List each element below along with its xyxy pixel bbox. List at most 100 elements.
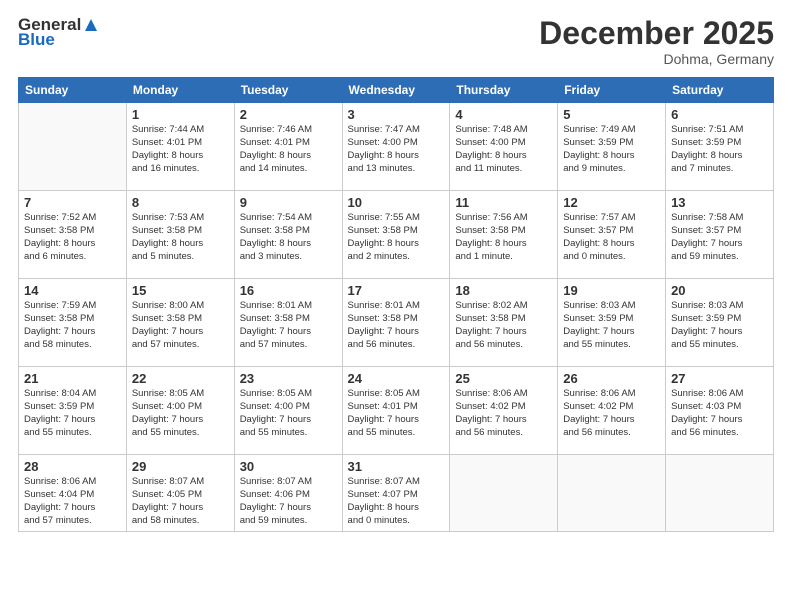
week-row-5: 28 Sunrise: 8:06 AM Sunset: 4:04 PM Dayli… [19,455,774,532]
day-number: 12 [563,195,660,210]
cell-info: Sunrise: 7:44 AM Sunset: 4:01 PM Dayligh… [132,124,229,175]
day-number: 7 [24,195,121,210]
cal-cell: 20 Sunrise: 8:03 AM Sunset: 3:59 PM Dayli… [666,279,774,367]
cell-info: Sunrise: 8:07 AM Sunset: 4:05 PM Dayligh… [132,476,229,527]
day-number: 23 [240,371,337,386]
cal-cell: 30 Sunrise: 8:07 AM Sunset: 4:06 PM Dayli… [234,455,342,532]
day-number: 16 [240,283,337,298]
week-row-4: 21Sunrise: 8:04 AM Sunset: 3:59 PM Dayli… [19,367,774,455]
day-number: 9 [240,195,337,210]
header-monday: Monday [126,78,234,103]
header: General Blue December 2025 Dohma, German… [18,16,774,67]
cal-cell: 11Sunrise: 7:56 AM Sunset: 3:58 PM Dayli… [450,191,558,279]
cal-cell: 31Sunrise: 8:07 AM Sunset: 4:07 PM Dayli… [342,455,450,532]
day-number: 27 [671,371,768,386]
calendar-table: SundayMondayTuesdayWednesdayThursdayFrid… [18,77,774,532]
cal-cell: 28 Sunrise: 8:06 AM Sunset: 4:04 PM Dayli… [19,455,127,532]
day-number: 5 [563,107,660,122]
day-number: 31 [348,459,445,474]
cal-cell: 22Sunrise: 8:05 AM Sunset: 4:00 PM Dayli… [126,367,234,455]
cell-info: Sunrise: 8:06 AM Sunset: 4:03 PM Dayligh… [671,388,768,439]
cal-cell: 6 Sunrise: 7:51 AM Sunset: 3:59 PM Daylig… [666,103,774,191]
day-number: 30 [240,459,337,474]
header-row: SundayMondayTuesdayWednesdayThursdayFrid… [19,78,774,103]
cell-info: Sunrise: 7:47 AM Sunset: 4:00 PM Dayligh… [348,124,445,175]
cal-cell [19,103,127,191]
day-number: 3 [348,107,445,122]
day-number: 17 [348,283,445,298]
calendar-body: 1 Sunrise: 7:44 AM Sunset: 4:01 PM Daylig… [19,103,774,532]
cell-info: Sunrise: 8:06 AM Sunset: 4:04 PM Dayligh… [24,476,121,527]
cal-cell: 4 Sunrise: 7:48 AM Sunset: 4:00 PM Daylig… [450,103,558,191]
day-number: 25 [455,371,552,386]
cell-info: Sunrise: 7:56 AM Sunset: 3:58 PM Dayligh… [455,212,552,263]
cell-info: Sunrise: 7:58 AM Sunset: 3:57 PM Dayligh… [671,212,768,263]
cal-cell: 24 Sunrise: 8:05 AM Sunset: 4:01 PM Dayli… [342,367,450,455]
day-number: 28 [24,459,121,474]
header-friday: Friday [558,78,666,103]
page: General Blue December 2025 Dohma, German… [0,0,792,612]
cal-cell: 27 Sunrise: 8:06 AM Sunset: 4:03 PM Dayli… [666,367,774,455]
day-number: 10 [348,195,445,210]
day-number: 18 [455,283,552,298]
cell-info: Sunrise: 8:03 AM Sunset: 3:59 PM Dayligh… [563,300,660,351]
header-wednesday: Wednesday [342,78,450,103]
cell-info: Sunrise: 8:07 AM Sunset: 4:06 PM Dayligh… [240,476,337,527]
month-title: December 2025 [539,16,774,51]
cell-info: Sunrise: 7:49 AM Sunset: 3:59 PM Dayligh… [563,124,660,175]
day-number: 8 [132,195,229,210]
cell-info: Sunrise: 8:03 AM Sunset: 3:59 PM Dayligh… [671,300,768,351]
cal-cell: 26 Sunrise: 8:06 AM Sunset: 4:02 PM Dayli… [558,367,666,455]
location: Dohma, Germany [539,51,774,67]
cal-cell: 7Sunrise: 7:52 AM Sunset: 3:58 PM Daylig… [19,191,127,279]
header-tuesday: Tuesday [234,78,342,103]
day-number: 22 [132,371,229,386]
day-number: 14 [24,283,121,298]
cell-info: Sunrise: 7:55 AM Sunset: 3:58 PM Dayligh… [348,212,445,263]
day-number: 24 [348,371,445,386]
day-number: 4 [455,107,552,122]
day-number: 19 [563,283,660,298]
cal-cell: 29Sunrise: 8:07 AM Sunset: 4:05 PM Dayli… [126,455,234,532]
cell-info: Sunrise: 7:57 AM Sunset: 3:57 PM Dayligh… [563,212,660,263]
title-block: December 2025 Dohma, Germany [539,16,774,67]
cal-cell: 13 Sunrise: 7:58 AM Sunset: 3:57 PM Dayli… [666,191,774,279]
cell-info: Sunrise: 8:02 AM Sunset: 3:58 PM Dayligh… [455,300,552,351]
day-number: 26 [563,371,660,386]
cal-cell [666,455,774,532]
cell-info: Sunrise: 8:01 AM Sunset: 3:58 PM Dayligh… [240,300,337,351]
logo: General Blue [18,16,99,49]
header-sunday: Sunday [19,78,127,103]
cell-info: Sunrise: 7:46 AM Sunset: 4:01 PM Dayligh… [240,124,337,175]
header-thursday: Thursday [450,78,558,103]
cal-cell: 1 Sunrise: 7:44 AM Sunset: 4:01 PM Daylig… [126,103,234,191]
day-number: 1 [132,107,229,122]
cell-info: Sunrise: 7:48 AM Sunset: 4:00 PM Dayligh… [455,124,552,175]
logo-blue-text: Blue [18,31,99,50]
cal-cell: 16 Sunrise: 8:01 AM Sunset: 3:58 PM Dayli… [234,279,342,367]
cal-cell: 2Sunrise: 7:46 AM Sunset: 4:01 PM Daylig… [234,103,342,191]
cal-cell: 10 Sunrise: 7:55 AM Sunset: 3:58 PM Dayli… [342,191,450,279]
cell-info: Sunrise: 8:04 AM Sunset: 3:59 PM Dayligh… [24,388,121,439]
cell-info: Sunrise: 7:53 AM Sunset: 3:58 PM Dayligh… [132,212,229,263]
day-number: 15 [132,283,229,298]
day-number: 20 [671,283,768,298]
cal-cell: 21Sunrise: 8:04 AM Sunset: 3:59 PM Dayli… [19,367,127,455]
cell-info: Sunrise: 8:05 AM Sunset: 4:01 PM Dayligh… [348,388,445,439]
cal-cell: 15Sunrise: 8:00 AM Sunset: 3:58 PM Dayli… [126,279,234,367]
cal-cell [558,455,666,532]
week-row-2: 7Sunrise: 7:52 AM Sunset: 3:58 PM Daylig… [19,191,774,279]
cell-info: Sunrise: 8:06 AM Sunset: 4:02 PM Dayligh… [563,388,660,439]
cell-info: Sunrise: 7:51 AM Sunset: 3:59 PM Dayligh… [671,124,768,175]
day-number: 13 [671,195,768,210]
cal-cell: 8 Sunrise: 7:53 AM Sunset: 3:58 PM Daylig… [126,191,234,279]
day-number: 6 [671,107,768,122]
cal-cell: 12 Sunrise: 7:57 AM Sunset: 3:57 PM Dayli… [558,191,666,279]
cell-info: Sunrise: 8:01 AM Sunset: 3:58 PM Dayligh… [348,300,445,351]
cal-cell: 25 Sunrise: 8:06 AM Sunset: 4:02 PM Dayli… [450,367,558,455]
week-row-3: 14Sunrise: 7:59 AM Sunset: 3:58 PM Dayli… [19,279,774,367]
cal-cell: 17 Sunrise: 8:01 AM Sunset: 3:58 PM Dayli… [342,279,450,367]
cal-cell: 14Sunrise: 7:59 AM Sunset: 3:58 PM Dayli… [19,279,127,367]
cell-info: Sunrise: 8:06 AM Sunset: 4:02 PM Dayligh… [455,388,552,439]
cal-cell: 9Sunrise: 7:54 AM Sunset: 3:58 PM Daylig… [234,191,342,279]
